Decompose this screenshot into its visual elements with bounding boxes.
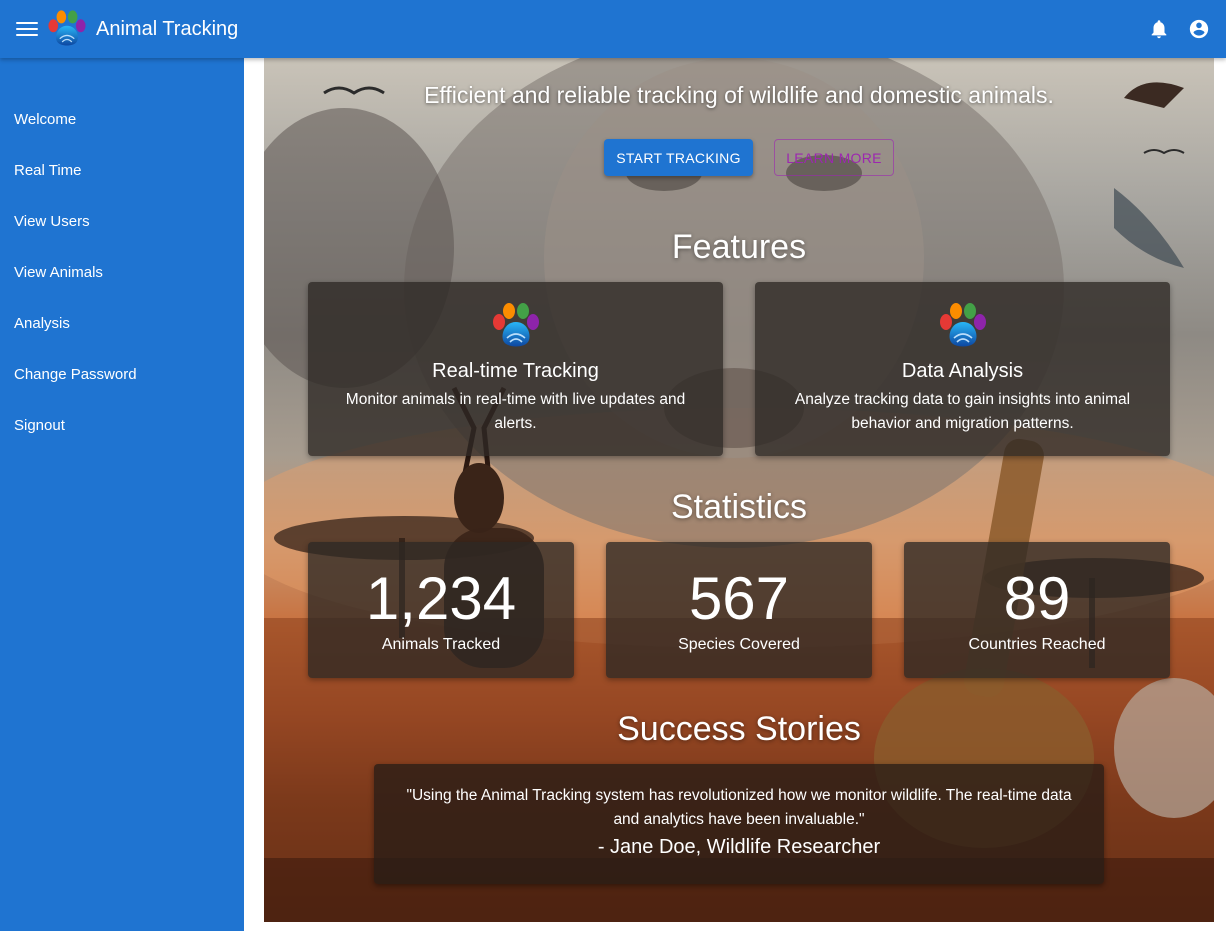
sidebar-item-signout[interactable]: Signout [0,414,244,465]
menu-icon[interactable] [16,20,38,38]
start-tracking-button[interactable]: START TRACKING [604,139,753,176]
top-actions [1148,18,1210,40]
sidebar-item-welcome[interactable]: Welcome [0,108,244,159]
feature-title: Real-time Tracking [432,360,599,382]
testimonial-quote: "Using the Animal Tracking system has re… [406,787,1072,828]
stat-card-animals: 1,234 Animals Tracked [308,542,574,678]
sidebar-item-analysis[interactable]: Analysis [0,312,244,363]
stat-value: 567 [688,565,790,632]
stat-value: 89 [1003,565,1071,632]
sidebar-item-view-users[interactable]: View Users [0,210,244,261]
account-circle-icon[interactable] [1188,18,1210,40]
stat-card-countries: 89 Countries Reached [904,542,1170,678]
testimonial-card: "Using the Animal Tracking system has re… [374,764,1104,884]
sidebar-item-view-animals[interactable]: View Animals [0,261,244,312]
testimonial-author: - Jane Doe, Wildlife Researcher [597,836,881,858]
stat-label: Animals Tracked [381,636,501,653]
features-heading: Features [671,228,807,266]
hero-section: Efficient and reliable tracking of wildl… [264,58,1214,922]
stat-label: Countries Reached [968,636,1106,653]
stat-card-species: 567 Species Covered [606,542,872,678]
sidebar-item-real-time[interactable]: Real Time [0,159,244,210]
feature-card-realtime: Real-time Tracking Monitor animals in re… [308,282,723,456]
feature-title: Data Analysis [901,360,1024,382]
sidebar-item-change-password[interactable]: Change Password [0,363,244,414]
paw-icon [490,302,542,350]
stat-value: 1,234 [365,565,517,632]
feature-card-analysis: Data Analysis Analyze tracking data to g… [755,282,1170,456]
app-title: Animal Tracking [96,17,239,40]
sidebar: Welcome Real Time View Users View Animal… [0,58,244,931]
statistics-heading: Statistics [670,488,808,526]
feature-description: Analyze tracking data to gain insights i… [794,391,1131,432]
success-stories-heading: Success Stories [617,710,861,748]
app-bar: Animal Tracking [0,0,1226,58]
hero-tagline: Efficient and reliable tracking of wildl… [424,82,1054,108]
learn-more-button[interactable]: LEARN MORE [774,139,894,176]
bell-icon[interactable] [1148,18,1170,40]
paw-icon [937,302,989,350]
feature-description: Monitor animals in real-time with live u… [345,391,686,432]
stat-label: Species Covered [678,636,800,653]
paw-logo-icon [46,8,88,50]
